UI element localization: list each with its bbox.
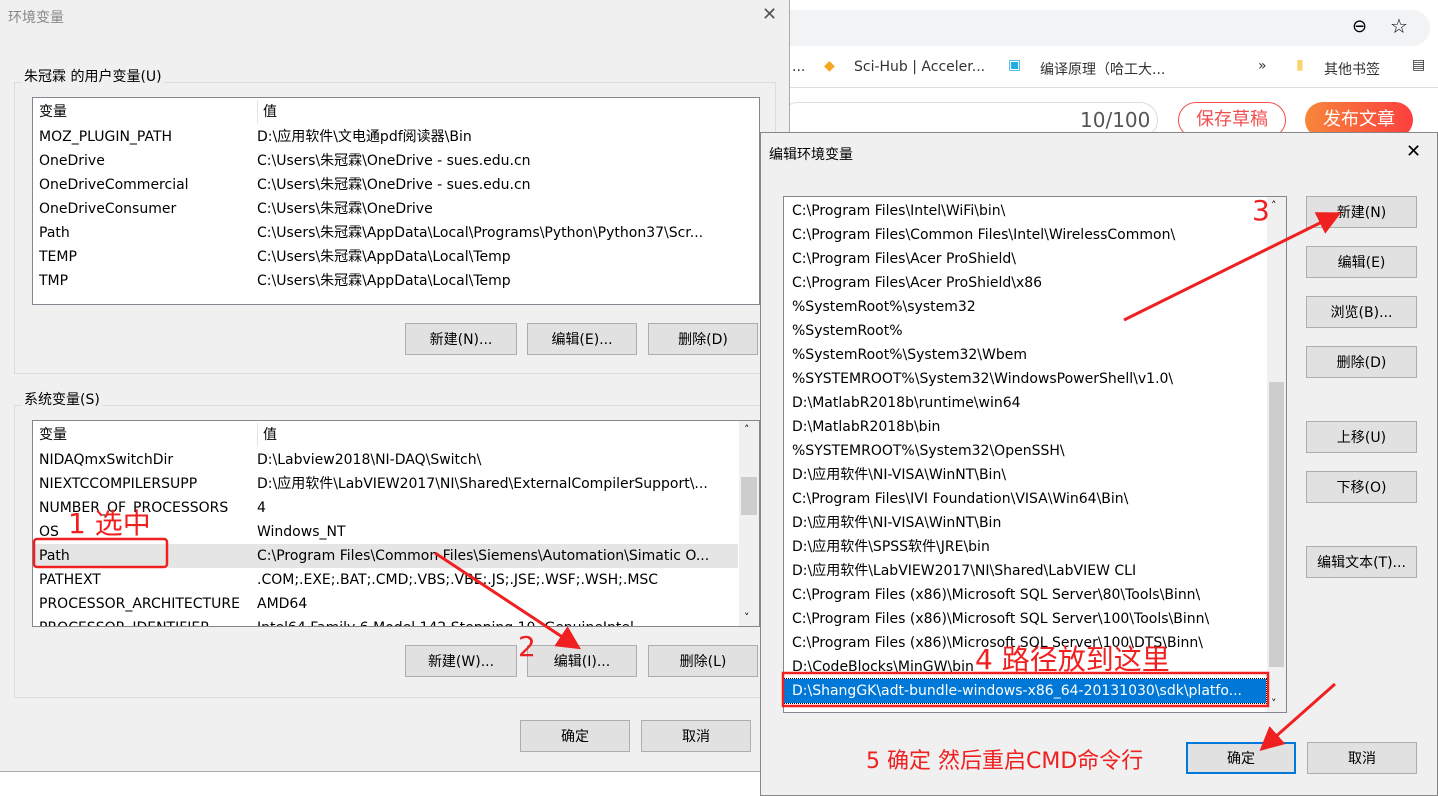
annotation-2: 2 [518,630,536,663]
arrow-3 [1123,212,1342,322]
annotation-1: 1 选中 [68,507,151,540]
arrow-5 [1259,682,1336,751]
highlight-box-path [32,537,169,569]
arrow-2 [434,551,582,650]
annotation-4: 4 路径放到这里 [975,643,1170,676]
annotation-overlay [32,212,1342,751]
annotation-5: 5 确定 然后重启CMD命令行 [866,749,1144,774]
annotation-3: 3 [1252,194,1270,227]
